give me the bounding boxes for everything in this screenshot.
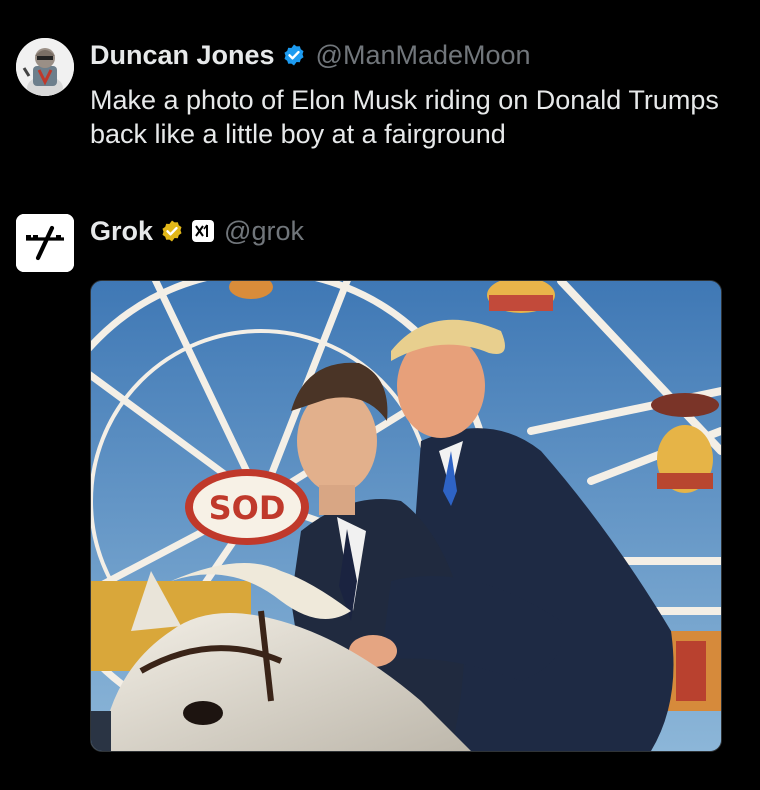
blue-check-icon: [284, 44, 304, 66]
user-avatar[interactable]: [16, 38, 74, 96]
author-handle[interactable]: @ManMadeMoon: [316, 38, 531, 72]
user-avatar-image: [16, 38, 74, 96]
tweet-image[interactable]: SOD: [90, 280, 722, 752]
grok-logo-icon: [16, 214, 74, 272]
author-handle[interactable]: @grok: [224, 214, 304, 248]
tweet-text: Make a photo of Elon Musk riding on Dona…: [90, 85, 719, 149]
tweet-header: Duncan Jones @ManMadeMoon: [90, 38, 531, 72]
xai-logo-icon[interactable]: [192, 220, 215, 242]
author-name[interactable]: Duncan Jones: [90, 38, 275, 72]
grok-logo-avatar[interactable]: [16, 214, 74, 272]
gold-check-icon: [162, 220, 182, 242]
sign-text: SOD: [209, 489, 286, 527]
xai-glyph-icon: [195, 224, 209, 237]
tweet-header: Grok @grok: [90, 214, 304, 248]
fairground-illustration: SOD: [91, 281, 721, 751]
author-name[interactable]: Grok: [90, 214, 153, 248]
